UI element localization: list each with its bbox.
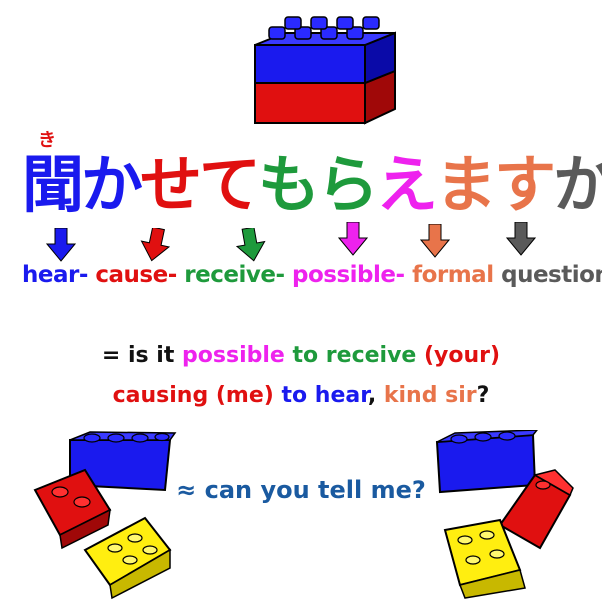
gloss-word: cause-: [95, 262, 177, 288]
japanese-char: か: [553, 148, 602, 221]
arrow-down-icon: [236, 228, 266, 262]
translation-line-2: causing (me) to hear, kind sir?: [0, 383, 602, 408]
arrow-down-icon: [140, 228, 170, 262]
japanese-char: ま: [435, 148, 498, 221]
translation-segment: possible: [182, 343, 285, 368]
arrow-down-icon: [506, 222, 536, 256]
translation-segment: = is it: [101, 343, 183, 368]
gloss-word: possible-: [292, 262, 405, 288]
translation-segment: kind sir: [383, 383, 477, 408]
gloss-word: question: [501, 262, 602, 288]
gloss-word: formal: [412, 262, 494, 288]
arrow-down-icon: [338, 222, 368, 256]
arrow-down-icon: [46, 228, 76, 262]
translation-segment: causing (me): [112, 383, 274, 408]
japanese-char: も: [258, 148, 321, 221]
gloss-row: hear- cause- receive- possible- formal q…: [22, 262, 602, 288]
translation-segment: ,: [367, 383, 384, 408]
japanese-char: え: [376, 148, 439, 221]
japanese-char: ら: [317, 148, 380, 221]
translation-segment: to receive: [284, 343, 417, 368]
japanese-phrase: 聞かせてもらえますか: [22, 150, 602, 220]
japanese-char: て: [199, 148, 262, 221]
arrow-down-icon: [420, 224, 450, 258]
gloss-word: hear-: [22, 262, 88, 288]
japanese-char: か: [81, 148, 144, 221]
translation-segment: (your): [416, 343, 501, 368]
translation-line-1: = is it possible to receive (your): [0, 343, 602, 368]
japanese-char: す: [494, 148, 557, 221]
japanese-char: 聞: [22, 148, 85, 221]
gloss-word: receive-: [184, 262, 285, 288]
translation-segment: ?: [476, 383, 490, 408]
japanese-char: せ: [140, 148, 203, 221]
translation-segment: to hear: [273, 383, 368, 408]
